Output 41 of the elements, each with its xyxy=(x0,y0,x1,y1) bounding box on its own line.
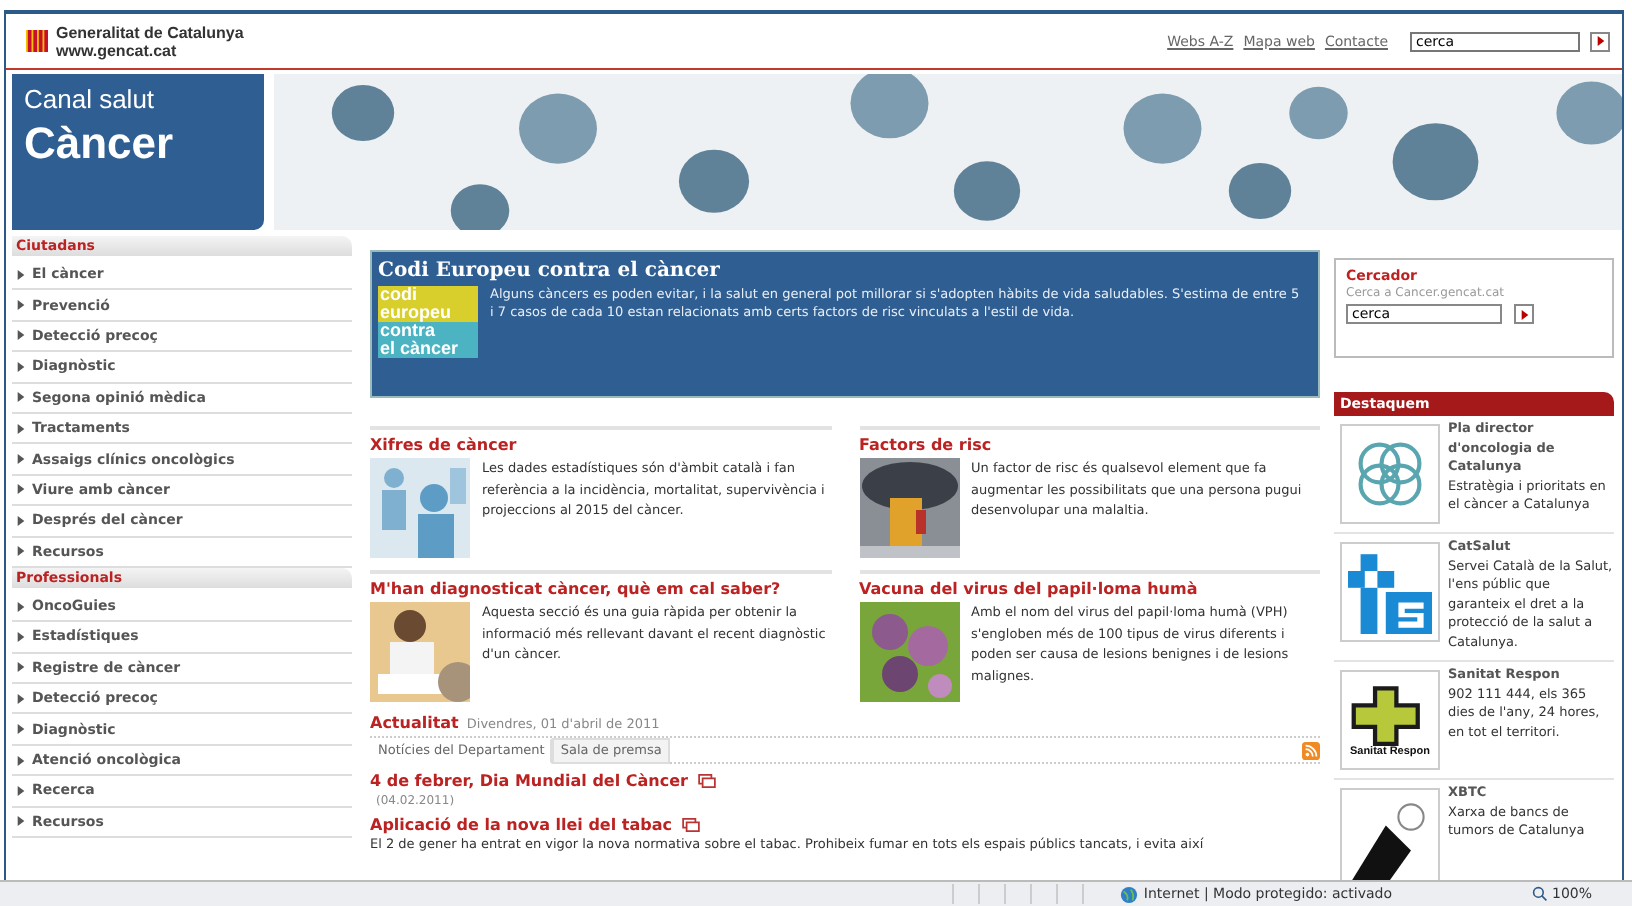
organization-url: www.gencat.cat xyxy=(56,41,177,59)
news-title[interactable]: Aplicació de la nova llei del tabac xyxy=(370,816,672,834)
search-button[interactable] xyxy=(1514,304,1534,324)
caret-icon xyxy=(16,816,26,827)
caret-icon xyxy=(16,330,26,341)
caret-icon xyxy=(16,724,26,735)
campaign-logo: codi europeu contra el càncer xyxy=(378,286,478,358)
caret-icon xyxy=(16,454,26,465)
caret-icon xyxy=(16,515,26,526)
caret-icon xyxy=(16,601,26,612)
article-title[interactable]: M'han diagnosticat càncer, què em cal saber? xyxy=(370,580,781,598)
news-heading: Actualitat xyxy=(370,714,459,732)
caret-icon xyxy=(16,300,26,311)
caret-icon xyxy=(16,392,26,403)
zoom-icon[interactable] xyxy=(1531,886,1548,902)
new-window-icon xyxy=(697,774,716,788)
caret-icon xyxy=(16,662,26,673)
globe-icon xyxy=(1119,885,1138,903)
article-title[interactable]: Factors de risc xyxy=(859,436,992,454)
article-title[interactable]: Vacuna del virus del papil·loma humà xyxy=(859,580,1198,598)
caret-icon xyxy=(16,755,26,766)
caret-icon xyxy=(16,484,26,495)
organization-name: Generalitat de Catalunya xyxy=(56,23,244,41)
caret-icon xyxy=(1519,309,1529,319)
channel-subtitle: Canal salut xyxy=(24,84,157,114)
feature-title[interactable]: Codi Europeu contra el càncer xyxy=(378,260,1306,282)
caret-icon xyxy=(16,423,26,434)
search-button[interactable] xyxy=(1590,31,1610,51)
caret-icon xyxy=(16,269,26,280)
logo[interactable] xyxy=(1340,788,1440,880)
caret-icon xyxy=(1595,36,1605,46)
caret-icon xyxy=(16,693,26,704)
caret-icon xyxy=(16,546,26,557)
caret-icon xyxy=(16,785,26,796)
flag-logo-icon xyxy=(26,28,48,54)
article-title[interactable]: Xifres de càncer xyxy=(370,436,517,454)
caret-icon xyxy=(16,631,26,642)
new-window-icon xyxy=(681,818,700,832)
news-title[interactable]: 4 de febrer, Dia Mundial del Càncer xyxy=(370,772,688,790)
channel-title: Càncer xyxy=(24,118,176,170)
caret-icon xyxy=(16,361,26,372)
